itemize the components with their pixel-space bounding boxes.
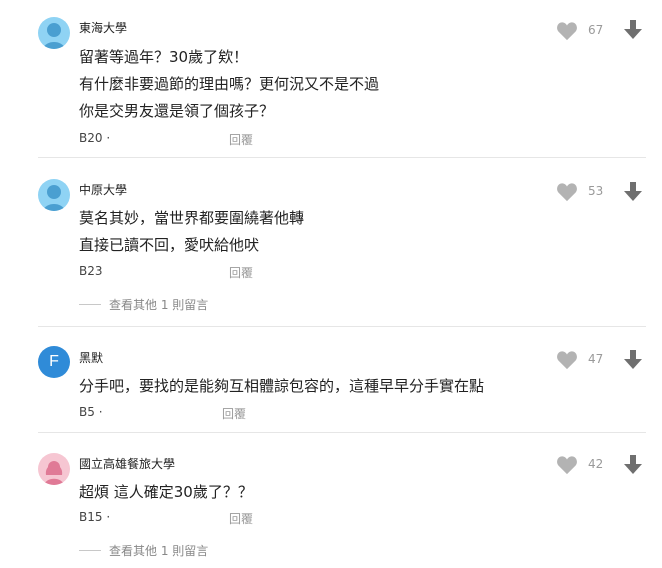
comment-author[interactable]: 國立高雄餐旅大學 [79, 455, 175, 472]
like-button[interactable] [556, 350, 578, 370]
comment-text-line: 直接已讀不回，愛吠給他吠 [79, 236, 260, 254]
like-button[interactable] [556, 455, 578, 475]
comment-author[interactable]: 黑默 [79, 349, 103, 366]
male-avatar-icon[interactable] [38, 179, 70, 211]
downvote-button[interactable] [624, 182, 642, 206]
reply-button[interactable]: 回覆 [229, 264, 253, 281]
comment-text-line: 你是交男友還是領了個孩子？ [79, 102, 275, 120]
arrow-down-icon [624, 20, 642, 39]
comment-list: 東海大學 留著等過年？30歲了欸！ 有什麼非要過節的理由嗎？更何況又不是不過 你… [0, 0, 662, 568]
view-more-replies[interactable]: 查看其他 1 則留言 [79, 542, 208, 559]
letter-avatar[interactable]: F [38, 346, 70, 378]
heart-icon [557, 351, 577, 370]
comment-text-line: 留著等過年？30歲了欸！ [79, 48, 249, 66]
reply-button[interactable]: 回覆 [222, 405, 246, 422]
comment-text-line: 莫名其妙，當世界都要圍繞著他轉 [79, 209, 305, 227]
downvote-button[interactable] [624, 350, 642, 374]
reply-button[interactable]: 回覆 [229, 131, 253, 148]
view-more-replies[interactable]: 查看其他 1 則留言 [79, 296, 208, 313]
male-avatar-icon[interactable] [38, 17, 70, 49]
more-dash [79, 304, 101, 305]
comment-text-line: 分手吧，要找的是能夠互相體諒包容的，這種早早分手實在點 [79, 377, 485, 395]
comment-floor: B20 · [79, 131, 110, 145]
floor-number: B5 [79, 405, 95, 419]
meta-dot: · [106, 510, 111, 524]
floor-number: B20 [79, 131, 103, 145]
comment-author[interactable]: 東海大學 [79, 19, 127, 36]
avatar-letter: F [49, 353, 59, 370]
comment-text-line: 超煩 這人確定30歲了？？ [79, 483, 253, 501]
arrow-down-icon [624, 455, 642, 474]
comment-divider [38, 432, 646, 433]
like-button[interactable] [556, 21, 578, 41]
female-avatar-icon[interactable] [38, 453, 70, 485]
arrow-down-icon [624, 182, 642, 201]
downvote-button[interactable] [624, 20, 642, 44]
more-dash [79, 550, 101, 551]
comment-divider [38, 326, 646, 327]
like-count: 53 [588, 184, 604, 198]
heart-icon [557, 456, 577, 475]
heart-icon [557, 22, 577, 41]
downvote-button[interactable] [624, 455, 642, 479]
heart-icon [557, 183, 577, 202]
like-count: 42 [588, 457, 604, 471]
comment-author[interactable]: 中原大學 [79, 181, 127, 198]
meta-dot: · [106, 131, 111, 145]
floor-number: B15 [79, 510, 103, 524]
arrow-down-icon [624, 350, 642, 369]
floor-number: B23 [79, 264, 103, 278]
like-count: 47 [588, 352, 604, 366]
comment-floor: B23 [79, 264, 103, 278]
view-more-label: 查看其他 1 則留言 [109, 544, 209, 558]
comment-text-line: 有什麼非要過節的理由嗎？更何況又不是不過 [79, 75, 380, 93]
like-count: 67 [588, 23, 604, 37]
meta-dot: · [98, 405, 103, 419]
comment-floor: B5 · [79, 405, 103, 419]
view-more-label: 查看其他 1 則留言 [109, 298, 209, 312]
comment-floor: B15 · [79, 510, 110, 524]
comment-divider [38, 157, 646, 158]
reply-button[interactable]: 回覆 [229, 510, 253, 527]
like-button[interactable] [556, 182, 578, 202]
